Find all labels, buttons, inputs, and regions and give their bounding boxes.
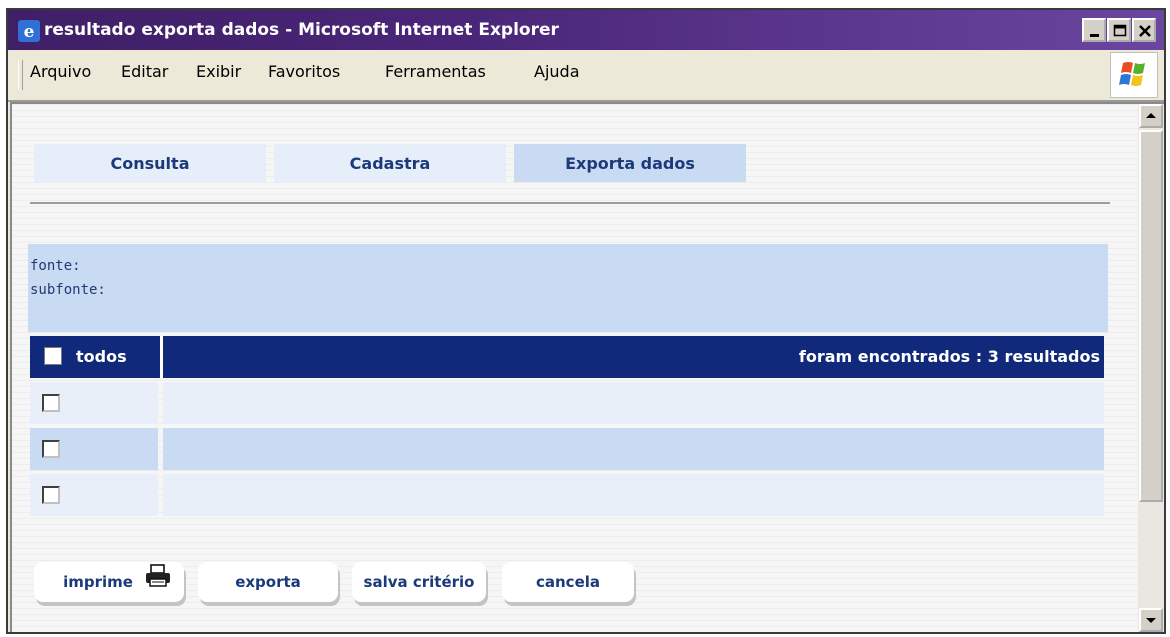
menu-grip bbox=[18, 60, 23, 90]
row-checkbox[interactable] bbox=[42, 394, 60, 412]
row-checkbox[interactable] bbox=[42, 440, 60, 458]
table-row bbox=[30, 428, 1104, 470]
scroll-up-icon bbox=[1146, 113, 1156, 118]
scroll-thumb[interactable] bbox=[1139, 130, 1163, 502]
row-content-cell bbox=[163, 474, 1104, 516]
cancel-button[interactable]: cancela bbox=[502, 562, 634, 602]
menu-ajuda[interactable]: Ajuda bbox=[534, 62, 580, 81]
filter-panel: fonte: subfonte: bbox=[28, 244, 1108, 332]
fonte-label: fonte: bbox=[30, 258, 81, 274]
row-select-cell bbox=[30, 474, 158, 516]
row-checkbox[interactable] bbox=[42, 486, 60, 504]
select-all-label: todos bbox=[76, 347, 127, 366]
menu-favoritos[interactable]: Favoritos bbox=[268, 62, 340, 81]
window-title: resultado exporta dados - Microsoft Inte… bbox=[44, 20, 559, 40]
table-row bbox=[30, 474, 1104, 516]
header-divider bbox=[160, 336, 163, 378]
scroll-up-button[interactable] bbox=[1139, 104, 1163, 128]
vertical-scrollbar[interactable] bbox=[1138, 102, 1164, 632]
row-select-cell bbox=[30, 382, 158, 424]
maximize-button[interactable] bbox=[1107, 18, 1131, 42]
print-button[interactable]: imprime bbox=[34, 562, 184, 602]
printer-icon bbox=[144, 564, 172, 592]
menu-editar[interactable]: Editar bbox=[121, 62, 168, 81]
title-bar: e resultado exporta dados - Microsoft In… bbox=[8, 10, 1164, 50]
minimize-icon bbox=[1090, 34, 1099, 37]
menu-bar: Arquivo Editar Exibir Favoritos Ferramen… bbox=[8, 50, 1164, 102]
windows-logo-icon bbox=[1110, 52, 1158, 98]
page-content: Consulta Cadastra Exporta dados fonte: s… bbox=[10, 102, 1138, 632]
table-row bbox=[30, 382, 1104, 424]
ie-icon: e bbox=[18, 20, 40, 42]
minimize-button[interactable] bbox=[1082, 18, 1106, 42]
scroll-down-icon bbox=[1146, 618, 1156, 623]
menu-ferramentas[interactable]: Ferramentas bbox=[385, 62, 486, 81]
subfonte-label: subfonte: bbox=[30, 282, 106, 298]
results-count: foram encontrados : 3 resultados bbox=[798, 347, 1100, 366]
export-button[interactable]: exporta bbox=[198, 562, 338, 602]
select-all-checkbox[interactable] bbox=[44, 347, 62, 365]
scroll-down-button[interactable] bbox=[1139, 608, 1163, 632]
save-criteria-button[interactable]: salva critério bbox=[352, 562, 486, 602]
print-button-label: imprime bbox=[63, 573, 133, 591]
row-select-cell bbox=[30, 428, 158, 470]
results-header: todos foram encontrados : 3 resultados bbox=[30, 336, 1104, 378]
close-icon bbox=[1139, 25, 1151, 37]
divider bbox=[30, 202, 1110, 204]
menu-arquivo[interactable]: Arquivo bbox=[30, 62, 91, 81]
browser-window: e resultado exporta dados - Microsoft In… bbox=[6, 8, 1166, 634]
tab-cadastra[interactable]: Cadastra bbox=[274, 144, 506, 182]
menu-exibir[interactable]: Exibir bbox=[196, 62, 241, 81]
row-content-cell bbox=[163, 382, 1104, 424]
maximize-icon bbox=[1113, 24, 1127, 37]
tab-exporta-dados[interactable]: Exporta dados bbox=[514, 144, 746, 182]
close-button[interactable] bbox=[1132, 18, 1156, 42]
svg-text:e: e bbox=[24, 22, 35, 42]
row-content-cell bbox=[163, 428, 1104, 470]
tab-consulta[interactable]: Consulta bbox=[34, 144, 266, 182]
